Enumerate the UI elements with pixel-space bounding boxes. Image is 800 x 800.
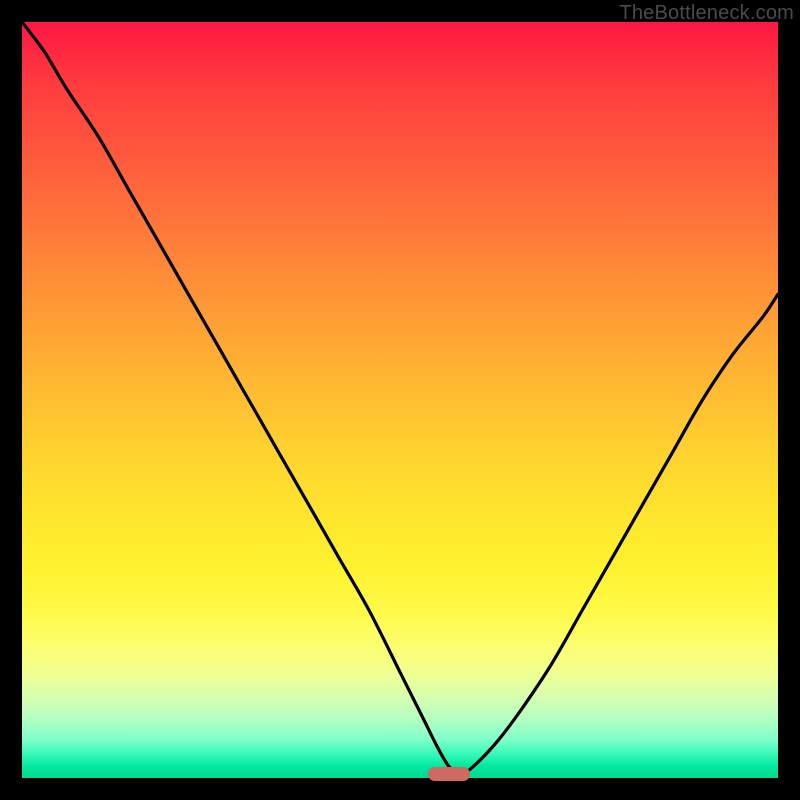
watermark-text: TheBottleneck.com	[619, 2, 794, 25]
chart-frame: TheBottleneck.com	[0, 0, 800, 800]
optimal-marker	[428, 767, 470, 781]
chart-plot-area	[22, 22, 778, 778]
bottleneck-curve	[22, 22, 778, 778]
